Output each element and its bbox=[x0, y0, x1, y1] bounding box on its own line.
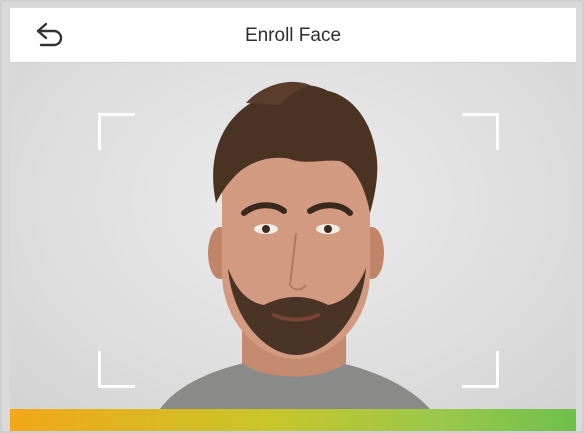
camera-preview bbox=[10, 63, 576, 409]
enroll-face-screen: Enroll Face bbox=[0, 0, 584, 433]
frame-corner-bottom-right bbox=[462, 351, 499, 388]
header-bar: Enroll Face bbox=[10, 8, 576, 63]
enrollment-progress-bar bbox=[10, 409, 576, 431]
frame-corner-bottom-left bbox=[98, 351, 135, 388]
frame-corner-top-right bbox=[462, 113, 499, 150]
frame-corner-top-left bbox=[98, 113, 135, 150]
page-title: Enroll Face bbox=[244, 25, 342, 46]
